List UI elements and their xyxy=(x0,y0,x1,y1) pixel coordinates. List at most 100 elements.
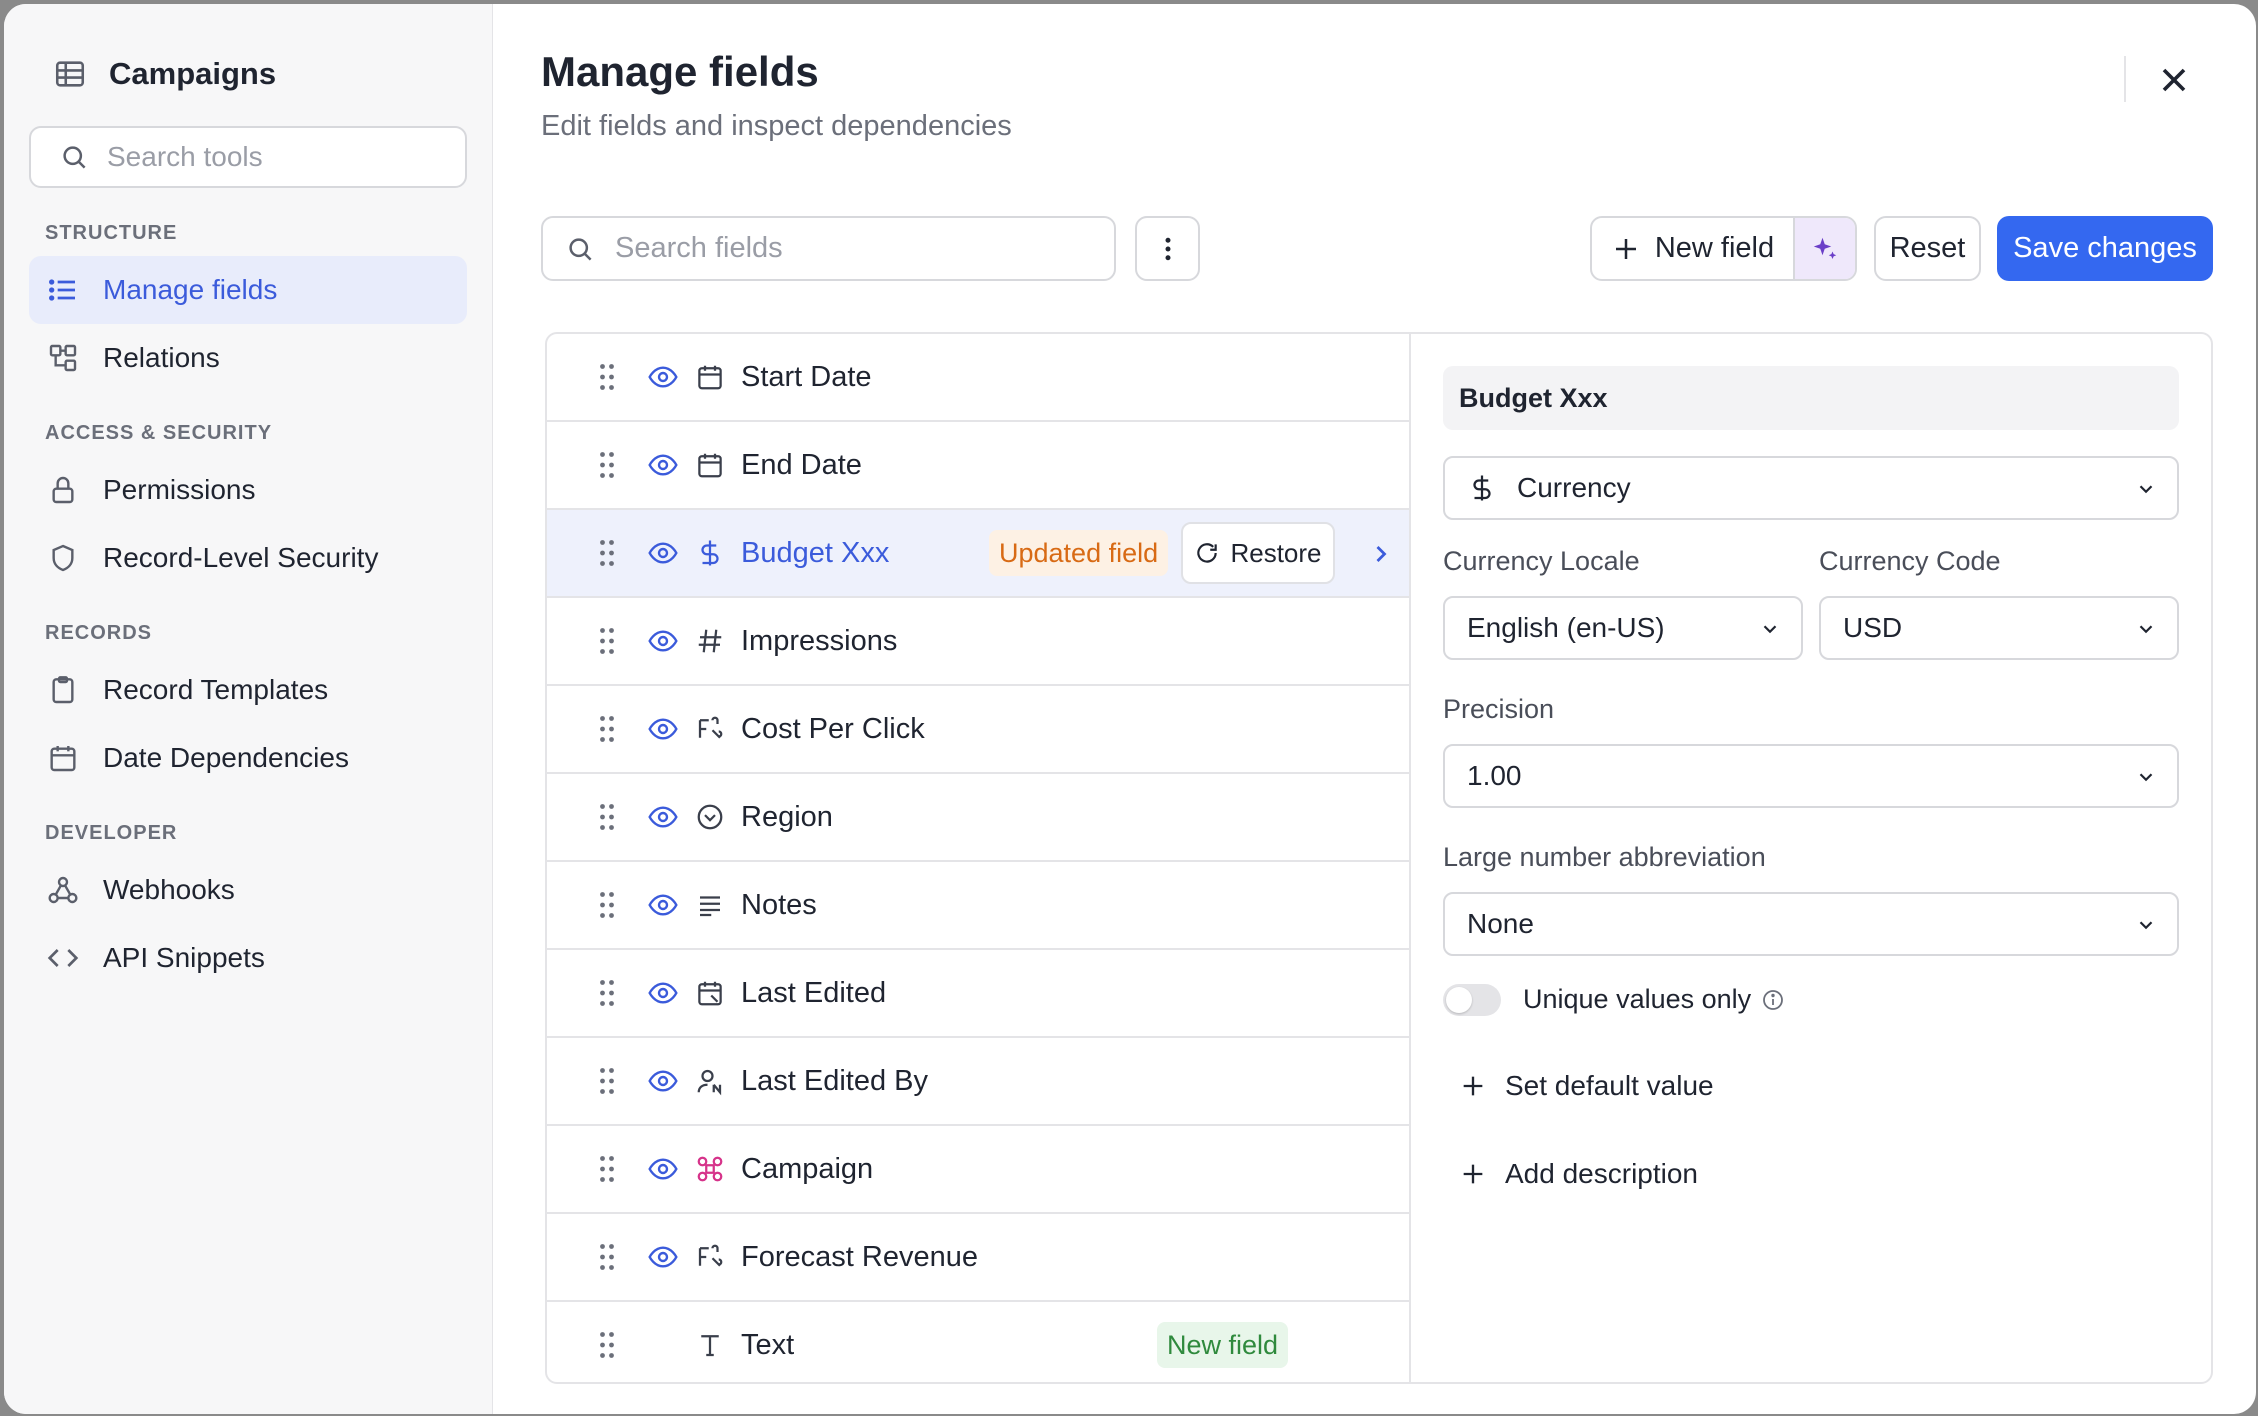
field-detail: Currency Currency Locale Currency Code E… xyxy=(1411,334,2211,1382)
new-field-button[interactable]: New field xyxy=(1592,218,1793,279)
webhook-icon xyxy=(47,874,79,906)
header-divider xyxy=(2124,56,2126,102)
visibility-eye-icon[interactable] xyxy=(647,1241,679,1273)
plus-icon xyxy=(1611,234,1641,264)
ai-generate-button[interactable] xyxy=(1793,218,1855,279)
drag-handle-icon[interactable] xyxy=(595,802,619,832)
field-row-impressions[interactable]: Impressions xyxy=(547,598,1409,686)
field-type-value: Currency xyxy=(1517,472,1631,503)
field-row-budget-xxx[interactable]: Budget Xxx Updated field Restore xyxy=(547,510,1409,598)
field-name: Forecast Revenue xyxy=(741,1240,978,1273)
visibility-eye-icon[interactable] xyxy=(647,889,679,921)
field-name-input[interactable] xyxy=(1443,366,2179,430)
close-button[interactable] xyxy=(2154,60,2194,100)
field-name: Last Edited xyxy=(741,976,887,1009)
list-icon xyxy=(47,274,79,306)
select-icon xyxy=(695,802,725,832)
drag-handle-icon[interactable] xyxy=(595,890,619,920)
drag-handle-icon[interactable] xyxy=(595,978,619,1008)
visibility-eye-icon[interactable] xyxy=(647,801,679,833)
abbreviation-select[interactable]: None xyxy=(1443,892,2179,956)
visibility-eye-icon[interactable] xyxy=(647,625,679,657)
currency-code-value: USD xyxy=(1843,612,1903,643)
sidebar-search-input[interactable] xyxy=(107,141,407,173)
field-row-campaign[interactable]: Campaign xyxy=(547,1126,1409,1214)
sparkle-icon xyxy=(1813,237,1837,259)
chevron-right-icon[interactable] xyxy=(1367,540,1395,568)
visibility-eye-icon[interactable] xyxy=(647,713,679,745)
field-name: Cost Per Click xyxy=(741,712,925,745)
unique-values-label: Unique values only xyxy=(1523,984,1785,1015)
field-search-input[interactable] xyxy=(615,232,1095,265)
field-row-region[interactable]: Region xyxy=(547,774,1409,862)
more-options-button[interactable] xyxy=(1135,216,1200,281)
drag-handle-icon[interactable] xyxy=(595,1066,619,1096)
page-subtitle: Edit fields and inspect dependencies xyxy=(541,110,1012,142)
precision-select[interactable]: 1.00 xyxy=(1443,744,2179,808)
calendar-icon xyxy=(695,362,725,392)
link-icon xyxy=(695,1154,725,1184)
drag-handle-icon[interactable] xyxy=(595,362,619,392)
sidebar-search[interactable] xyxy=(29,126,467,188)
unique-values-text: Unique values only xyxy=(1523,984,1752,1014)
field-row-notes[interactable]: Notes xyxy=(547,862,1409,950)
sidebar-item-api-snippets[interactable]: API Snippets xyxy=(29,924,467,992)
search-icon xyxy=(59,142,89,172)
field-row-last-edited[interactable]: Last Edited xyxy=(547,950,1409,1038)
save-changes-button[interactable]: Save changes xyxy=(1997,216,2213,281)
calendar-edit-icon xyxy=(695,978,725,1008)
sidebar: Campaigns STRUCTURE Manage fields Relati… xyxy=(4,4,493,1414)
sidebar-item-relations[interactable]: Relations xyxy=(29,324,467,392)
sidebar-item-label: Permissions xyxy=(103,474,256,505)
visibility-eye-icon[interactable] xyxy=(647,361,679,393)
restore-button[interactable]: Restore xyxy=(1181,522,1335,584)
field-type-select[interactable]: Currency xyxy=(1443,456,2179,520)
field-name: Notes xyxy=(741,888,817,921)
visibility-eye-icon[interactable] xyxy=(647,537,679,569)
field-name: Region xyxy=(741,800,833,833)
drag-handle-icon[interactable] xyxy=(595,714,619,744)
field-search[interactable] xyxy=(541,216,1116,281)
sidebar-item-record-level-security[interactable]: Record-Level Security xyxy=(29,524,467,592)
drag-handle-icon[interactable] xyxy=(595,1154,619,1184)
field-row-end-date[interactable]: End Date xyxy=(547,422,1409,510)
clipboard-icon xyxy=(47,674,79,706)
sidebar-item-label: Record Templates xyxy=(103,674,329,705)
info-icon[interactable] xyxy=(1761,988,1785,1012)
reset-button[interactable]: Reset xyxy=(1874,216,1981,281)
field-row-forecast-revenue[interactable]: Forecast Revenue xyxy=(547,1214,1409,1302)
restore-label: Restore xyxy=(1230,537,1322,568)
visibility-eye-icon[interactable] xyxy=(647,1065,679,1097)
field-row-last-edited-by[interactable]: Last Edited By xyxy=(547,1038,1409,1126)
calendar-icon xyxy=(695,450,725,480)
drag-handle-icon[interactable] xyxy=(595,1242,619,1272)
currency-locale-value: English (en-US) xyxy=(1467,612,1665,643)
new-field-label: New field xyxy=(1654,232,1775,264)
more-vertical-icon xyxy=(1165,237,1170,260)
currency-locale-select[interactable]: English (en-US) xyxy=(1443,596,1803,660)
currency-code-select[interactable]: USD xyxy=(1819,596,2179,660)
sidebar-item-date-dependencies[interactable]: Date Dependencies xyxy=(29,724,467,792)
visibility-eye-icon[interactable] xyxy=(647,977,679,1009)
field-row-cost-per-click[interactable]: Cost Per Click xyxy=(547,686,1409,774)
sidebar-item-manage-fields[interactable]: Manage fields xyxy=(29,256,467,324)
field-row-start-date[interactable]: Start Date xyxy=(547,334,1409,422)
long-text-icon xyxy=(695,890,725,920)
set-default-value-button[interactable]: Set default value xyxy=(1459,1070,1714,1102)
manage-fields-window: Campaigns STRUCTURE Manage fields Relati… xyxy=(4,4,2256,1414)
sidebar-item-record-templates[interactable]: Record Templates xyxy=(29,656,467,724)
drag-handle-icon[interactable] xyxy=(595,626,619,656)
sidebar-item-permissions[interactable]: Permissions xyxy=(29,456,467,524)
sidebar-item-webhooks[interactable]: Webhooks xyxy=(29,856,467,924)
add-description-button[interactable]: Add description xyxy=(1459,1158,1698,1190)
chevron-down-icon xyxy=(2135,914,2157,936)
drag-handle-icon[interactable] xyxy=(595,538,619,568)
section-developer: DEVELOPER xyxy=(45,821,178,844)
visibility-eye-icon[interactable] xyxy=(647,1153,679,1185)
drag-handle-icon[interactable] xyxy=(595,450,619,480)
visibility-eye-icon[interactable] xyxy=(647,449,679,481)
drag-handle-icon[interactable] xyxy=(595,1330,619,1360)
sidebar-item-label: Manage fields xyxy=(103,274,278,305)
unique-values-toggle[interactable] xyxy=(1443,984,1501,1016)
field-row-text[interactable]: Text New field xyxy=(547,1302,1409,1382)
